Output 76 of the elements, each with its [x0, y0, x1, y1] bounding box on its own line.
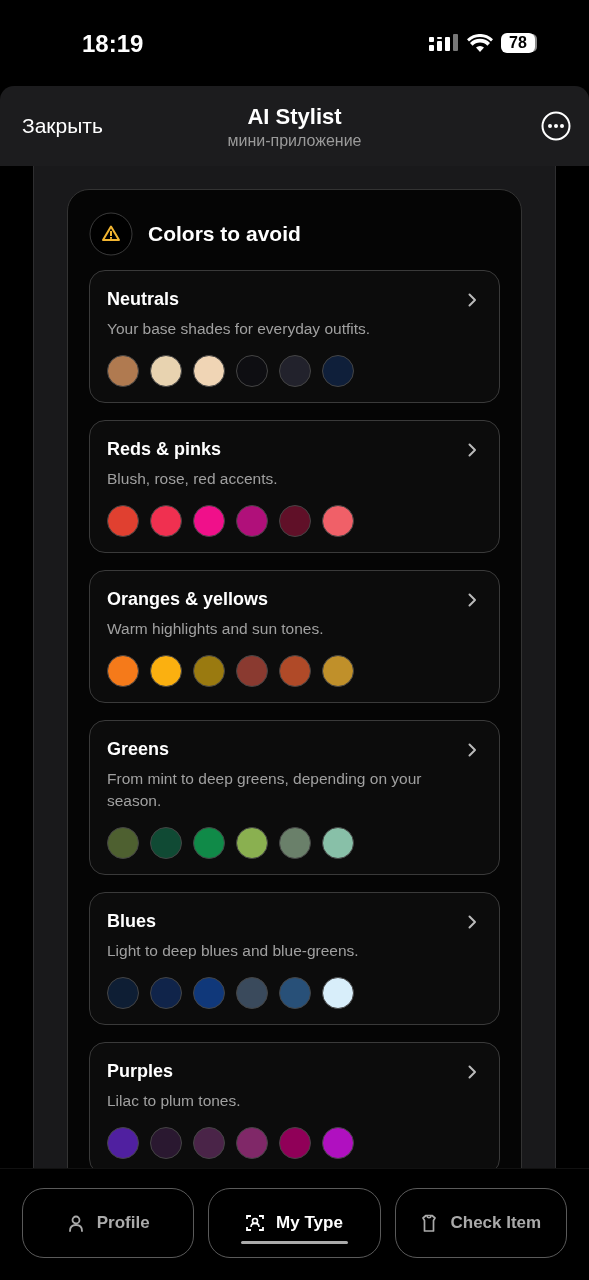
color-swatch[interactable] [193, 655, 225, 687]
color-swatch[interactable] [322, 977, 354, 1009]
color-swatch[interactable] [193, 977, 225, 1009]
chevron-icon [467, 442, 477, 457]
color-swatch[interactable] [150, 827, 182, 859]
group-description: Your base shades for everyday outfits. [107, 319, 372, 339]
section-title: Colors to avoid [148, 222, 301, 246]
color-swatch[interactable] [107, 827, 139, 859]
color-swatch[interactable] [193, 1127, 225, 1159]
close-button[interactable]: Закрыть [22, 114, 103, 138]
color-group-card[interactable]: Greens From mint to deep greens, depending on your season. [89, 720, 500, 875]
color-swatch[interactable] [193, 827, 225, 859]
color-swatch[interactable] [107, 1127, 139, 1159]
color-swatch[interactable] [150, 1127, 182, 1159]
color-swatch[interactable] [322, 355, 354, 387]
warning-icon [89, 212, 133, 256]
color-swatch[interactable] [279, 1127, 311, 1159]
shirt-icon [420, 1214, 439, 1232]
color-swatch[interactable] [193, 355, 225, 387]
chevron-icon [467, 1064, 477, 1079]
group-description: Warm highlights and sun tones. [107, 619, 325, 639]
color-group-card[interactable]: Purples Lilac to plum tones. [89, 1042, 500, 1168]
color-swatch[interactable] [236, 827, 268, 859]
app-title: AI Stylist [247, 104, 342, 130]
group-title: Purples [107, 1061, 174, 1082]
color-swatch[interactable] [107, 977, 139, 1009]
color-swatch[interactable] [236, 505, 268, 537]
scan-person-icon [246, 1214, 265, 1232]
more-icon[interactable] [541, 111, 571, 141]
group-title: Reds & pinks [107, 439, 222, 460]
color-group-card[interactable]: Blues Light to deep blues and blue-greens. [89, 892, 500, 1025]
app-subtitle: мини-приложение [227, 132, 362, 150]
color-swatch[interactable] [322, 1127, 354, 1159]
status-time: 18:19 [82, 30, 144, 58]
color-swatch[interactable] [322, 505, 354, 537]
chevron-icon [467, 742, 477, 757]
color-swatch[interactable] [150, 655, 182, 687]
group-title: Greens [107, 739, 170, 760]
color-swatch[interactable] [150, 355, 182, 387]
group-description: Light to deep blues and blue-greens. [107, 941, 360, 961]
chevron-icon [467, 914, 477, 929]
color-swatch[interactable] [107, 355, 139, 387]
color-swatch[interactable] [236, 977, 268, 1009]
group-title: Oranges & yellows [107, 589, 269, 610]
group-description: From mint to deep greens, depending on your season. [107, 769, 423, 811]
group-description: Blush, rose, red accents. [107, 469, 279, 489]
tab-button[interactable]: Check Item [394, 1188, 567, 1258]
signal-icon [429, 34, 459, 52]
wifi-icon [467, 33, 493, 53]
chevron-icon [467, 292, 477, 307]
color-swatch[interactable] [150, 505, 182, 537]
color-group-card[interactable]: Neutrals Your base shades for everyday outfits. [89, 270, 500, 403]
group-title: Blues [107, 911, 157, 932]
color-swatch[interactable] [236, 655, 268, 687]
color-swatch[interactable] [150, 977, 182, 1009]
person-icon [66, 1214, 85, 1232]
color-swatch[interactable] [279, 827, 311, 859]
color-swatch[interactable] [236, 1127, 268, 1159]
battery-icon: 78 [501, 33, 535, 53]
color-swatch[interactable] [193, 505, 225, 537]
color-swatch[interactable] [279, 977, 311, 1009]
group-description: Lilac to plum tones. [107, 1091, 242, 1111]
color-swatch[interactable] [322, 655, 354, 687]
color-group-card[interactable]: Oranges & yellows Warm highlights and sun tones. [89, 570, 500, 703]
chevron-icon [467, 592, 477, 607]
group-title: Neutrals [107, 289, 180, 310]
color-swatch[interactable] [236, 355, 268, 387]
color-swatch[interactable] [107, 655, 139, 687]
tab-button[interactable]: Profile [22, 1188, 195, 1258]
color-swatch[interactable] [107, 505, 139, 537]
color-swatch[interactable] [322, 827, 354, 859]
tab-button[interactable]: My Type [208, 1188, 381, 1258]
color-group-card[interactable]: Reds & pinks Blush, rose, red accents. [89, 420, 500, 553]
color-swatch[interactable] [279, 655, 311, 687]
color-swatch[interactable] [279, 505, 311, 537]
color-swatch[interactable] [279, 355, 311, 387]
